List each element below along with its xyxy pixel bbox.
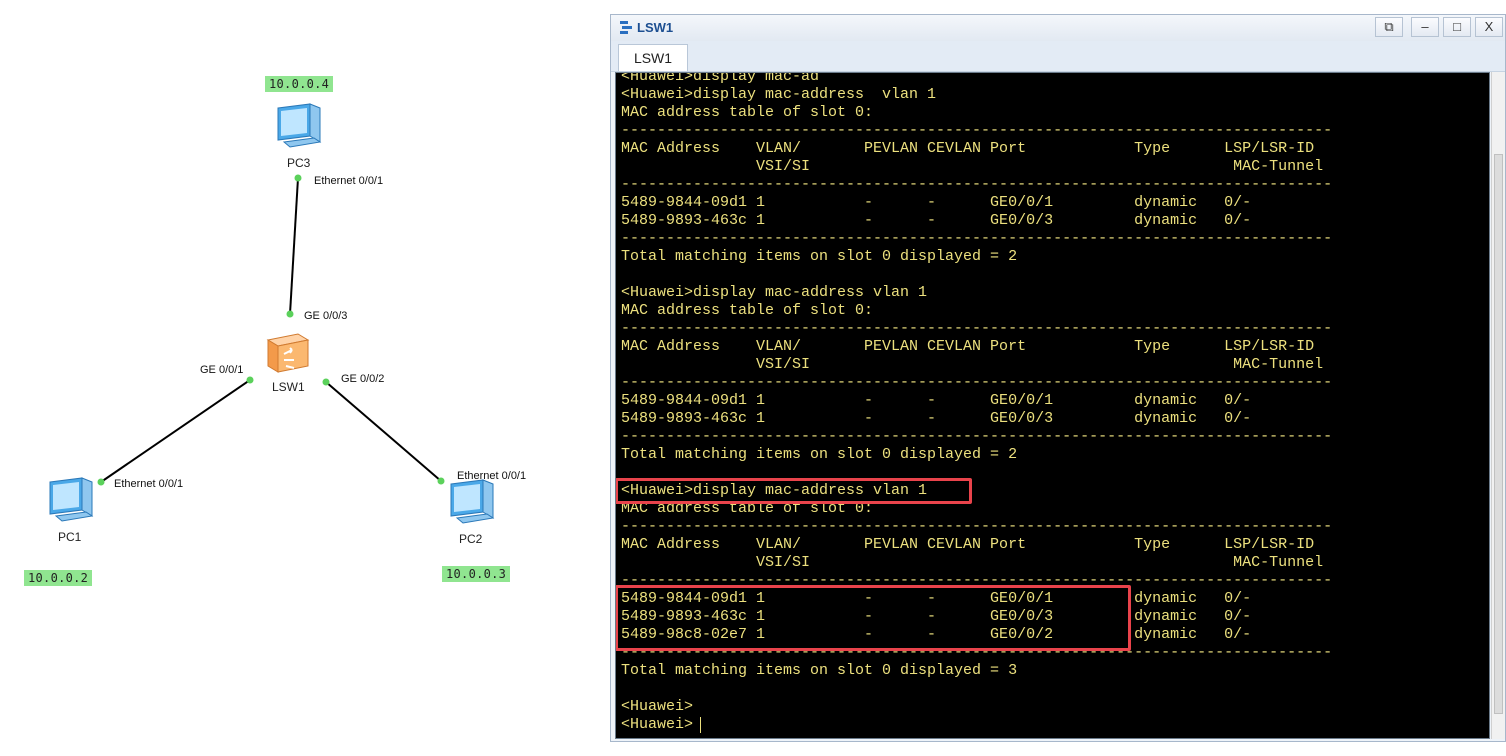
terminal-line: ----------------------------------------… [621, 122, 1333, 139]
terminal-line: 5489-9893-463c 1 - - GE0/0/3 dynamic 0/- [621, 212, 1252, 229]
pc1-name: PC1 [58, 530, 82, 544]
pc1-computer-icon[interactable] [42, 476, 98, 528]
port-status-dot [246, 376, 254, 384]
pc3-port-label: Ethernet 0/0/1 [314, 175, 384, 187]
port-status-dot [286, 310, 294, 318]
topology-canvas[interactable]: 10.0.0.4 PC3 Ethernet 0/0/1 GE 0/0/3 LSW… [0, 0, 610, 756]
pc3-ip-label: 10.0.0.4 [265, 76, 334, 92]
tab-lsw1[interactable]: LSW1 [618, 44, 688, 71]
window-titlebar[interactable]: LSW1 ⧉ – □ X [611, 15, 1505, 41]
terminal-line: VSI/SI MAC-Tunnel [621, 554, 1324, 571]
terminal-line: <Huawei> [621, 716, 694, 733]
terminal-line: ----------------------------------------… [621, 428, 1333, 445]
terminal-line: <Huawei>display mac-ad [621, 72, 820, 85]
terminal-line: MAC address table of slot 0: [621, 104, 874, 121]
switch-icon[interactable] [264, 330, 312, 376]
terminal-line: ----------------------------------------… [621, 374, 1333, 391]
pc2-name: PC2 [459, 532, 483, 546]
terminal-line: <Huawei> [621, 698, 694, 715]
terminal-line: <Huawei>display mac-address vlan 1 [621, 86, 937, 103]
terminal-line: VSI/SI MAC-Tunnel [621, 158, 1324, 175]
terminal-line: <Huawei>display mac-address vlan 1 [621, 284, 928, 301]
console-window[interactable]: LSW1 ⧉ – □ X LSW1 <Huawei>display mac-ad… [610, 14, 1506, 742]
port-status-dot [294, 174, 302, 182]
terminal-line: 5489-9844-09d1 1 - - GE0/0/1 dynamic 0/- [621, 392, 1252, 409]
scrollbar-thumb[interactable] [1494, 154, 1503, 714]
pc3-computer-icon[interactable] [270, 102, 326, 154]
terminal-line: MAC address table of slot 0: [621, 302, 874, 319]
terminal-line: MAC Address VLAN/ PEVLAN CEVLAN Port Typ… [621, 338, 1315, 355]
text-cursor [700, 717, 701, 733]
minimize-button[interactable]: – [1411, 17, 1439, 37]
terminal-line: ----------------------------------------… [621, 518, 1333, 535]
lsw1-port-ge002: GE 0/0/2 [341, 373, 385, 385]
vertical-scrollbar[interactable] [1491, 72, 1505, 739]
highlight-mac-entries-box [616, 585, 1131, 651]
pc2-ip-label: 10.0.0.3 [442, 566, 511, 582]
lsw1-port-ge003: GE 0/0/3 [304, 310, 348, 322]
window-title: LSW1 [637, 20, 674, 35]
link-pc3-lsw1[interactable] [289, 177, 299, 315]
terminal-line: Total matching items on slot 0 displayed… [621, 248, 1018, 265]
terminal-line: MAC Address VLAN/ PEVLAN CEVLAN Port Typ… [621, 536, 1315, 553]
terminal-output[interactable]: <Huawei>display mac-ad <Huawei>display m… [615, 72, 1490, 739]
port-status-dot [322, 378, 330, 386]
terminal-line: VSI/SI MAC-Tunnel [621, 356, 1324, 373]
terminal-line: Total matching items on slot 0 displayed… [621, 446, 1018, 463]
terminal-line: ----------------------------------------… [621, 176, 1333, 193]
terminal-line: 5489-9844-09d1 1 - - GE0/0/1 dynamic 0/- [621, 194, 1252, 211]
lsw1-name: LSW1 [272, 380, 305, 394]
link-pc2-lsw1[interactable] [325, 381, 442, 482]
terminal-line: ----------------------------------------… [621, 230, 1333, 247]
port-status-dot [97, 478, 105, 486]
terminal-app-icon [620, 21, 632, 34]
lsw1-port-ge001: GE 0/0/1 [200, 364, 244, 376]
close-button[interactable]: X [1475, 17, 1503, 37]
pc3-name: PC3 [287, 156, 311, 170]
highlight-command-box [616, 478, 972, 504]
restore-button[interactable]: ⧉ [1375, 17, 1403, 37]
maximize-button[interactable]: □ [1443, 17, 1471, 37]
link-pc1-lsw1[interactable] [100, 379, 251, 483]
terminal-line: MAC Address VLAN/ PEVLAN CEVLAN Port Typ… [621, 140, 1315, 157]
tab-bar: LSW1 [611, 41, 1505, 72]
pc1-port-label: Ethernet 0/0/1 [114, 478, 184, 490]
pc1-ip-label: 10.0.0.2 [24, 570, 93, 586]
pc2-computer-icon[interactable] [443, 478, 499, 530]
terminal-line: 5489-9893-463c 1 - - GE0/0/3 dynamic 0/- [621, 410, 1252, 427]
terminal-line: ----------------------------------------… [621, 320, 1333, 337]
terminal-line: Total matching items on slot 0 displayed… [621, 662, 1018, 679]
